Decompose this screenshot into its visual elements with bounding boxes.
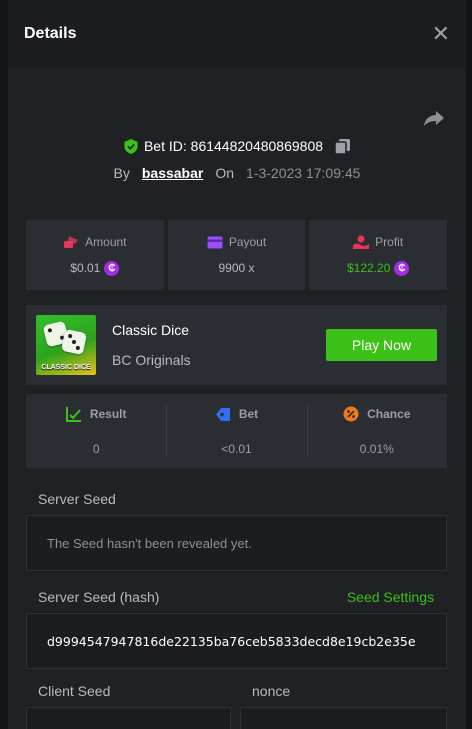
client-seed-label: Client Seed: [38, 683, 111, 699]
stat-profit: Profit $122.20 ₵: [309, 220, 448, 290]
modal-body: Bet ID: 86144820480869808 By bassabar On…: [8, 68, 466, 729]
seed-settings-link[interactable]: Seed Settings: [347, 589, 434, 605]
server-seed-value: The Seed hasn't been revealed yet.: [47, 535, 252, 551]
bet-details-modal: Details ✕ Bet ID: 86144820480869808 By b…: [8, 0, 466, 729]
share-icon[interactable]: [422, 106, 446, 130]
profit-icon: [353, 235, 370, 249]
bet-date: 1-3-2023 17:09:45: [246, 165, 361, 181]
bet-id-row: Bet ID: 86144820480869808: [8, 138, 466, 154]
chance-column: Chance 0.01%: [306, 394, 447, 468]
verified-shield-icon: [124, 138, 138, 154]
copy-icon[interactable]: [335, 138, 351, 154]
close-icon[interactable]: ✕: [432, 23, 450, 45]
thumbnail-label: CLASSIC DICE: [41, 364, 91, 371]
username-link[interactable]: bassabar: [142, 165, 203, 181]
game-thumbnail[interactable]: CLASSIC DICE: [36, 315, 96, 375]
stat-profit-label: Profit: [375, 234, 404, 249]
chance-label: Chance: [367, 407, 411, 421]
stat-payout: Payout 9900 x: [167, 220, 306, 290]
on-label: On: [215, 165, 235, 181]
bet-stats: Amount $0.01 ₵ Payout 9900 x Profit $122…: [26, 220, 448, 290]
bet-value: <0.01: [221, 441, 252, 456]
bet-author-row: By bassabar On 1-3-2023 17:09:45: [8, 165, 466, 181]
stat-amount-label: Amount: [85, 234, 127, 249]
client-seed-field[interactable]: [26, 707, 231, 729]
game-name: Classic Dice: [112, 322, 190, 338]
coin-icon: ₵: [104, 260, 120, 276]
payout-icon: [207, 236, 223, 248]
bet-id: Bet ID: 86144820480869808: [143, 138, 324, 154]
result-label: Result: [89, 407, 127, 421]
bet-tag-icon: [215, 407, 230, 421]
modal-title: Details: [24, 25, 77, 42]
game-card: CLASSIC DICE Classic Dice BC Originals P…: [26, 305, 447, 385]
dice-image: [60, 328, 88, 356]
server-seed-label: Server Seed: [38, 491, 116, 507]
chance-percent-icon: [343, 406, 359, 422]
result-chart-icon: [65, 407, 81, 422]
backdrop-right: [466, 0, 472, 729]
server-seed-hash-label: Server Seed (hash): [38, 589, 160, 605]
stat-amount: Amount $0.01 ₵: [26, 220, 164, 290]
game-info: Classic Dice BC Originals: [112, 322, 191, 368]
bet-column: Bet <0.01: [166, 394, 306, 468]
result-column: Result 0: [26, 394, 166, 468]
stat-profit-value: $122.20: [346, 261, 391, 275]
server-seed-hash-field[interactable]: d9994547947816de22135ba76ceb5833decd8e19…: [26, 613, 447, 669]
server-seed-hash-value: d9994547947816de22135ba76ceb5833decd8e19…: [47, 633, 416, 649]
server-seed-field: The Seed hasn't been revealed yet.: [26, 515, 447, 571]
stat-amount-value: $0.01: [70, 261, 101, 275]
coin-icon: ₵: [394, 260, 410, 276]
nonce-label: nonce: [252, 683, 291, 699]
stat-payout-label: Payout: [228, 235, 267, 249]
game-provider: BC Originals: [112, 352, 191, 368]
result-value: 0: [92, 442, 100, 456]
amount-icon: [64, 235, 79, 248]
play-now-button[interactable]: Play Now: [326, 329, 437, 361]
nonce-field[interactable]: [240, 707, 447, 729]
result-panel: Result 0 Bet <0.01 Chance 0.01%: [26, 394, 447, 468]
bet-label: Bet: [238, 407, 259, 421]
backdrop-left: [0, 0, 8, 729]
chance-value: 0.01%: [359, 442, 394, 456]
by-label: By: [113, 165, 130, 181]
stat-payout-value: 9900 x: [218, 261, 255, 275]
modal-header: Details ✕: [8, 0, 466, 68]
